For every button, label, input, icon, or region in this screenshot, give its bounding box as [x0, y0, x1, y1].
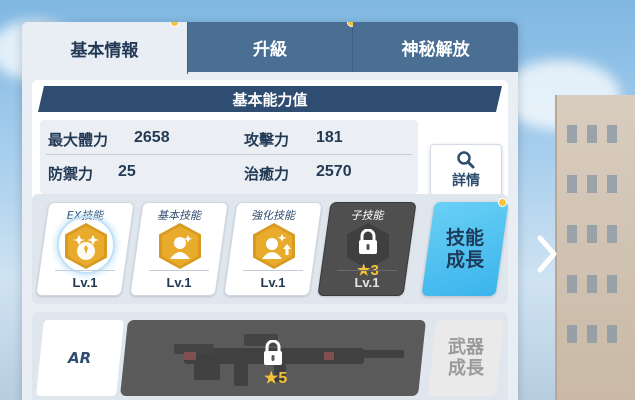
defense-value: 25 — [118, 163, 136, 180]
sub-skill-card[interactable]: 子技能 ★3 Lv.1 — [317, 202, 417, 296]
attack-value: 181 — [316, 129, 343, 146]
skill-level: Lv.1 — [354, 275, 380, 290]
weapon-section: AR ★5 武器 成長 — [32, 312, 508, 400]
stats-banner-title: 基本能力值 — [232, 90, 308, 109]
stats-grid: 最大體力 2658 攻擊力 181 防禦力 25 治癒力 2570 — [40, 120, 418, 194]
skills-section: EX技能 Lv.1 基本技能 Lv.1 強化技能 Lv.1 子技能 ★ Lv.1… — [32, 194, 509, 304]
skill-title: 基本技能 — [157, 209, 201, 222]
heal-value: 2570 — [316, 163, 352, 180]
stat-row: 防禦力 25 治癒力 2570 — [40, 157, 418, 187]
skill-level: Lv.1 — [72, 275, 98, 290]
student-info-panel: 基本情報 升級 神秘解放 基本能力值 最大體力 2658 攻擊力 181 防禦力… — [22, 22, 518, 400]
skill-level: Lv.1 — [260, 275, 286, 290]
lock-icon — [264, 340, 282, 365]
star-icon: ★ — [264, 370, 279, 387]
max-hp-value: 2658 — [134, 129, 170, 146]
basic-skill-icon — [159, 223, 201, 269]
detail-button[interactable]: 詳情 — [430, 144, 502, 196]
skill-title: 子技能 — [350, 209, 384, 222]
divider — [46, 154, 412, 155]
tab-mystic-unlock[interactable]: 神秘解放 — [353, 22, 518, 72]
weapon-growth-label: 武器 成長 — [432, 320, 500, 396]
next-student-arrow[interactable] — [532, 232, 562, 276]
max-hp-label: 最大體力 — [48, 131, 109, 149]
weapon-growth-text: 武器 成長 — [448, 337, 484, 379]
detail-label: 詳情 — [452, 173, 480, 189]
basic-stats-section: 基本能力值 最大體力 2658 攻擊力 181 防禦力 25 治癒力 2570 … — [32, 80, 508, 204]
enhance-skill-icon — [253, 223, 295, 269]
basic-skill-card[interactable]: 基本技能 Lv.1 — [129, 202, 229, 296]
tab-label: 升級 — [253, 39, 287, 60]
tab-level-up[interactable]: 升級 — [187, 22, 357, 72]
star-requirement-value: 5 — [278, 370, 288, 387]
skill-growth-text: 技能 成長 — [445, 227, 484, 271]
skill-level: Lv.1 — [166, 275, 192, 290]
skill-title: 強化技能 — [251, 209, 295, 222]
notification-dot — [169, 22, 179, 27]
lock-icon — [359, 229, 377, 254]
tab-basic-info[interactable]: 基本情報 — [22, 22, 188, 74]
attack-label: 攻擊力 — [244, 131, 290, 149]
skill-growth-label: 技能 成長 — [428, 202, 502, 296]
tab-bar: 基本情報 升級 神秘解放 — [22, 22, 518, 74]
tab-label: 神秘解放 — [401, 39, 470, 60]
weapon-growth-button[interactable]: 武器 成長 — [428, 320, 504, 396]
weapon-type-label: AR — [68, 349, 92, 367]
weapon-card[interactable]: ★5 — [120, 320, 426, 396]
weapon-star-requirement: ★5 — [264, 368, 287, 388]
notification-dot — [498, 198, 507, 207]
tab-label: 基本情報 — [70, 40, 139, 61]
skill-growth-button[interactable]: 技能 成長 — [421, 202, 509, 296]
stat-row: 最大體力 2658 攻擊力 181 — [40, 123, 418, 153]
ex-skill-card[interactable]: EX技能 Lv.1 — [35, 202, 135, 296]
background-building — [555, 95, 635, 400]
stats-banner: 基本能力值 — [38, 86, 502, 112]
defense-label: 防禦力 — [48, 165, 94, 183]
search-icon — [457, 151, 475, 169]
chevron-right-icon — [537, 235, 557, 273]
enhance-skill-card[interactable]: 強化技能 Lv.1 — [223, 202, 323, 296]
weapon-type-card: AR — [36, 320, 124, 396]
heal-label: 治癒力 — [244, 165, 290, 183]
